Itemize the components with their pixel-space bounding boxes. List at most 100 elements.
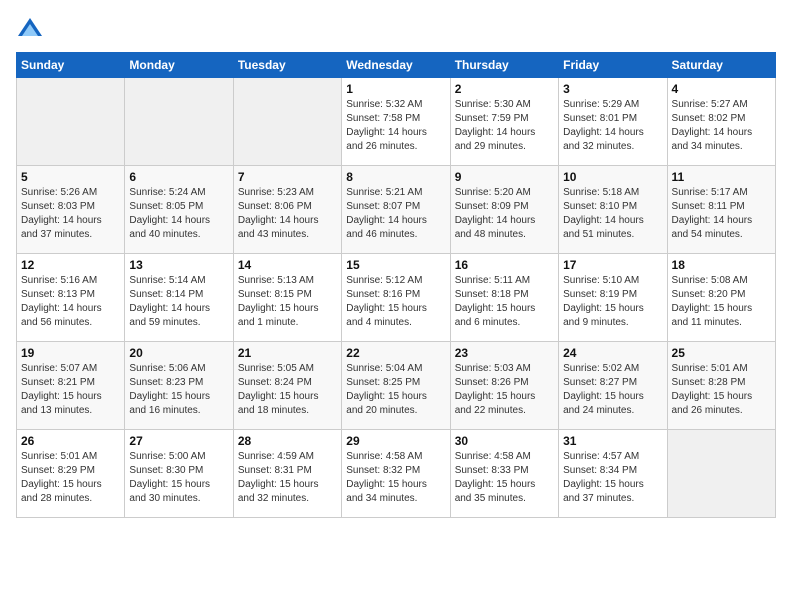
empty-cell	[233, 78, 341, 166]
calendar-week-4: 19 Sunrise: 5:07 AMSunset: 8:21 PMDayligh…	[17, 342, 776, 430]
page-header	[16, 16, 776, 44]
day-detail: Sunrise: 5:02 AMSunset: 8:27 PMDaylight:…	[563, 362, 662, 418]
day-number: 13	[129, 258, 228, 272]
day-number: 19	[21, 346, 120, 360]
day-detail: Sunrise: 5:08 AMSunset: 8:20 PMDaylight:…	[672, 274, 771, 330]
day-cell-11: 11 Sunrise: 5:17 AMSunset: 8:11 PMDayligh…	[667, 166, 775, 254]
day-cell-13: 13 Sunrise: 5:14 AMSunset: 8:14 PMDayligh…	[125, 254, 233, 342]
day-number: 22	[346, 346, 445, 360]
empty-cell	[667, 430, 775, 518]
empty-cell	[125, 78, 233, 166]
day-cell-18: 18 Sunrise: 5:08 AMSunset: 8:20 PMDayligh…	[667, 254, 775, 342]
day-detail: Sunrise: 5:11 AMSunset: 8:18 PMDaylight:…	[455, 274, 554, 330]
day-cell-30: 30 Sunrise: 4:58 AMSunset: 8:33 PMDayligh…	[450, 430, 558, 518]
day-detail: Sunrise: 5:05 AMSunset: 8:24 PMDaylight:…	[238, 362, 337, 418]
day-cell-19: 19 Sunrise: 5:07 AMSunset: 8:21 PMDayligh…	[17, 342, 125, 430]
day-detail: Sunrise: 4:57 AMSunset: 8:34 PMDaylight:…	[563, 450, 662, 506]
day-number: 6	[129, 170, 228, 184]
calendar-header-row: SundayMondayTuesdayWednesdayThursdayFrid…	[17, 53, 776, 78]
logo	[16, 16, 46, 44]
day-number: 12	[21, 258, 120, 272]
calendar-week-2: 5Sunrise: 5:26 AMSunset: 8:03 PMDaylight…	[17, 166, 776, 254]
day-number: 11	[672, 170, 771, 184]
day-detail: Sunrise: 5:06 AMSunset: 8:23 PMDaylight:…	[129, 362, 228, 418]
day-detail: Sunrise: 4:58 AMSunset: 8:32 PMDaylight:…	[346, 450, 445, 506]
day-detail: Sunrise: 5:29 AMSunset: 8:01 PMDaylight:…	[563, 98, 662, 154]
day-detail: Sunrise: 5:07 AMSunset: 8:21 PMDaylight:…	[21, 362, 120, 418]
day-detail: Sunrise: 4:58 AMSunset: 8:33 PMDaylight:…	[455, 450, 554, 506]
day-number: 14	[238, 258, 337, 272]
day-cell-23: 23 Sunrise: 5:03 AMSunset: 8:26 PMDayligh…	[450, 342, 558, 430]
day-cell-14: 14 Sunrise: 5:13 AMSunset: 8:15 PMDayligh…	[233, 254, 341, 342]
day-detail: Sunrise: 5:04 AMSunset: 8:25 PMDaylight:…	[346, 362, 445, 418]
day-cell-10: 10Sunrise: 5:18 AMSunset: 8:10 PMDayligh…	[559, 166, 667, 254]
day-number: 7	[238, 170, 337, 184]
day-number: 18	[672, 258, 771, 272]
day-detail: Sunrise: 5:21 AMSunset: 8:07 PMDaylight:…	[346, 186, 445, 242]
day-number: 4	[672, 82, 771, 96]
day-detail: Sunrise: 5:01 AMSunset: 8:29 PMDaylight:…	[21, 450, 120, 506]
day-number: 23	[455, 346, 554, 360]
day-cell-20: 20 Sunrise: 5:06 AMSunset: 8:23 PMDayligh…	[125, 342, 233, 430]
day-detail: Sunrise: 5:12 AMSunset: 8:16 PMDaylight:…	[346, 274, 445, 330]
day-detail: Sunrise: 5:27 AMSunset: 8:02 PMDaylight:…	[672, 98, 771, 154]
day-cell-4: 4 Sunrise: 5:27 AMSunset: 8:02 PMDaylight…	[667, 78, 775, 166]
day-cell-7: 7 Sunrise: 5:23 AMSunset: 8:06 PMDaylight…	[233, 166, 341, 254]
column-header-wednesday: Wednesday	[342, 53, 450, 78]
day-cell-3: 3Sunrise: 5:29 AMSunset: 8:01 PMDaylight…	[559, 78, 667, 166]
column-header-friday: Friday	[559, 53, 667, 78]
day-cell-31: 31Sunrise: 4:57 AMSunset: 8:34 PMDayligh…	[559, 430, 667, 518]
day-cell-17: 17Sunrise: 5:10 AMSunset: 8:19 PMDayligh…	[559, 254, 667, 342]
day-number: 16	[455, 258, 554, 272]
day-number: 25	[672, 346, 771, 360]
day-detail: Sunrise: 5:18 AMSunset: 8:10 PMDaylight:…	[563, 186, 662, 242]
day-number: 20	[129, 346, 228, 360]
day-cell-29: 29 Sunrise: 4:58 AMSunset: 8:32 PMDayligh…	[342, 430, 450, 518]
day-detail: Sunrise: 5:24 AMSunset: 8:05 PMDaylight:…	[129, 186, 228, 242]
day-cell-2: 2 Sunrise: 5:30 AMSunset: 7:59 PMDaylight…	[450, 78, 558, 166]
day-detail: Sunrise: 5:20 AMSunset: 8:09 PMDaylight:…	[455, 186, 554, 242]
day-number: 30	[455, 434, 554, 448]
calendar-week-3: 12 Sunrise: 5:16 AMSunset: 8:13 PMDayligh…	[17, 254, 776, 342]
day-cell-15: 15Sunrise: 5:12 AMSunset: 8:16 PMDayligh…	[342, 254, 450, 342]
day-detail: Sunrise: 5:13 AMSunset: 8:15 PMDaylight:…	[238, 274, 337, 330]
day-number: 29	[346, 434, 445, 448]
calendar: SundayMondayTuesdayWednesdayThursdayFrid…	[16, 52, 776, 518]
day-cell-21: 21 Sunrise: 5:05 AMSunset: 8:24 PMDayligh…	[233, 342, 341, 430]
calendar-week-5: 26 Sunrise: 5:01 AMSunset: 8:29 PMDayligh…	[17, 430, 776, 518]
day-detail: Sunrise: 5:16 AMSunset: 8:13 PMDaylight:…	[21, 274, 120, 330]
day-detail: Sunrise: 5:26 AMSunset: 8:03 PMDaylight:…	[21, 186, 120, 242]
day-cell-16: 16 Sunrise: 5:11 AMSunset: 8:18 PMDayligh…	[450, 254, 558, 342]
logo-icon	[16, 16, 44, 44]
day-number: 1	[346, 82, 445, 96]
day-cell-8: 8Sunrise: 5:21 AMSunset: 8:07 PMDaylight…	[342, 166, 450, 254]
day-cell-1: 1 Sunrise: 5:32 AMSunset: 7:58 PMDaylight…	[342, 78, 450, 166]
day-detail: Sunrise: 5:14 AMSunset: 8:14 PMDaylight:…	[129, 274, 228, 330]
day-number: 27	[129, 434, 228, 448]
day-detail: Sunrise: 5:01 AMSunset: 8:28 PMDaylight:…	[672, 362, 771, 418]
column-header-sunday: Sunday	[17, 53, 125, 78]
day-number: 21	[238, 346, 337, 360]
day-cell-22: 22 Sunrise: 5:04 AMSunset: 8:25 PMDayligh…	[342, 342, 450, 430]
day-number: 2	[455, 82, 554, 96]
day-detail: Sunrise: 5:30 AMSunset: 7:59 PMDaylight:…	[455, 98, 554, 154]
day-number: 26	[21, 434, 120, 448]
day-cell-26: 26 Sunrise: 5:01 AMSunset: 8:29 PMDayligh…	[17, 430, 125, 518]
day-cell-28: 28 Sunrise: 4:59 AMSunset: 8:31 PMDayligh…	[233, 430, 341, 518]
day-detail: Sunrise: 5:10 AMSunset: 8:19 PMDaylight:…	[563, 274, 662, 330]
day-cell-6: 6 Sunrise: 5:24 AMSunset: 8:05 PMDaylight…	[125, 166, 233, 254]
day-number: 28	[238, 434, 337, 448]
day-cell-27: 27Sunrise: 5:00 AMSunset: 8:30 PMDayligh…	[125, 430, 233, 518]
day-detail: Sunrise: 5:17 AMSunset: 8:11 PMDaylight:…	[672, 186, 771, 242]
empty-cell	[17, 78, 125, 166]
column-header-tuesday: Tuesday	[233, 53, 341, 78]
day-detail: Sunrise: 5:23 AMSunset: 8:06 PMDaylight:…	[238, 186, 337, 242]
column-header-saturday: Saturday	[667, 53, 775, 78]
day-detail: Sunrise: 5:32 AMSunset: 7:58 PMDaylight:…	[346, 98, 445, 154]
day-number: 9	[455, 170, 554, 184]
day-cell-25: 25 Sunrise: 5:01 AMSunset: 8:28 PMDayligh…	[667, 342, 775, 430]
day-cell-9: 9 Sunrise: 5:20 AMSunset: 8:09 PMDaylight…	[450, 166, 558, 254]
day-detail: Sunrise: 5:03 AMSunset: 8:26 PMDaylight:…	[455, 362, 554, 418]
day-detail: Sunrise: 4:59 AMSunset: 8:31 PMDaylight:…	[238, 450, 337, 506]
column-header-monday: Monday	[125, 53, 233, 78]
